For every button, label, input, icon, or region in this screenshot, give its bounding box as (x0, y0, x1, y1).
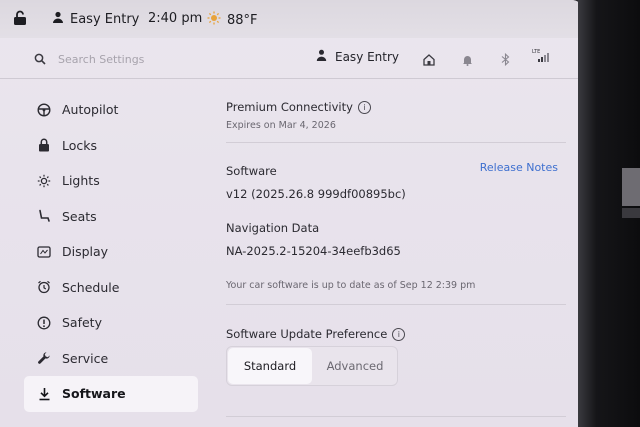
sidebar-item-locks[interactable]: Locks (24, 128, 198, 164)
sidebar-item-safety[interactable]: Safety (24, 305, 198, 341)
divider (226, 304, 566, 305)
sidebar-item-label: Display (62, 244, 109, 260)
info-icon[interactable]: i (392, 328, 406, 341)
update-preference-row[interactable]: Software Update Preference i (226, 327, 406, 341)
download-icon (36, 386, 52, 402)
sidebar-item-seats[interactable]: Seats (24, 199, 198, 235)
sidebar-item-label: Service (62, 350, 109, 366)
sidebar-item-software[interactable]: Software (24, 376, 198, 412)
navigation-data-label: Navigation Data (226, 221, 320, 235)
sun-icon (36, 173, 52, 189)
steering-wheel-icon (36, 102, 52, 118)
alarm-clock-icon (36, 279, 52, 295)
settings-sidebar: Autopilot Locks Lights Seats Display Sch… (24, 92, 198, 412)
settings-screen: Easy Entry 2:40 pm 88°F Easy Entry (0, 0, 582, 427)
display-icon (36, 244, 52, 260)
divider (226, 142, 566, 143)
person-icon (316, 49, 327, 64)
sidebar-item-label: Safety (62, 315, 102, 331)
lte-label: LTE (532, 49, 540, 55)
software-version: v12 (2025.26.8 999df00895bc) (226, 187, 406, 201)
software-label: Software (226, 164, 277, 178)
status-weather: 88°F (207, 11, 258, 29)
sidebar-item-autopilot[interactable]: Autopilot (24, 92, 198, 128)
status-bar: Easy Entry 2:40 pm 88°F (0, 0, 582, 38)
home-icon[interactable] (423, 51, 435, 70)
update-preference-toggle[interactable]: Standard Advanced (226, 346, 398, 386)
sidebar-item-label: Autopilot (62, 102, 119, 118)
status-temperature: 88°F (227, 12, 258, 28)
sidebar-item-lights[interactable]: Lights (24, 163, 198, 199)
header-profile-name: Easy Entry (335, 49, 400, 64)
sidebar-item-label: Software (62, 386, 126, 402)
sun-icon (207, 11, 221, 29)
screen-bezel (578, 0, 640, 427)
sidebar-item-service[interactable]: Service (24, 341, 198, 377)
settings-header: Easy Entry LTE (0, 38, 582, 79)
info-icon[interactable]: i (357, 101, 371, 114)
lte-signal-icon: LTE (530, 47, 552, 67)
status-profile[interactable]: Easy Entry (52, 11, 139, 27)
alert-circle-icon (36, 315, 52, 331)
sidebar-item-label: Seats (62, 208, 97, 224)
search-icon (34, 50, 46, 69)
sidebar-item-label: Locks (62, 137, 98, 153)
search-bar[interactable] (34, 50, 208, 69)
premium-expiry: Expires on Mar 4, 2026 (226, 120, 336, 131)
bell-icon[interactable] (462, 51, 473, 70)
search-input[interactable] (58, 53, 208, 66)
seat-icon (36, 208, 52, 224)
update-option-standard[interactable]: Standard (228, 348, 312, 384)
lock-icon (36, 137, 52, 153)
navigation-data-version: NA-2025.2-15204-34eefb3d65 (226, 244, 401, 258)
header-profile[interactable]: Easy Entry (316, 49, 399, 64)
premium-connectivity-row[interactable]: Premium Connectivity i (226, 100, 371, 114)
person-icon (52, 11, 64, 27)
sidebar-item-schedule[interactable]: Schedule (24, 270, 198, 306)
status-time: 2:40 pm (148, 11, 203, 26)
sidebar-item-label: Schedule (62, 279, 120, 295)
premium-connectivity-title: Premium Connectivity (226, 100, 353, 114)
status-profile-name: Easy Entry (70, 11, 140, 27)
unlock-icon[interactable] (13, 10, 27, 26)
update-option-advanced[interactable]: Advanced (313, 347, 397, 385)
release-notes-link[interactable]: Release Notes (480, 161, 558, 174)
up-to-date-message: Your car software is up to date as of Se… (226, 280, 476, 291)
divider (226, 416, 566, 417)
sidebar-item-label: Lights (62, 173, 100, 189)
sidebar-item-display[interactable]: Display (24, 234, 198, 270)
update-preference-label: Software Update Preference (226, 327, 388, 341)
wrench-icon (36, 350, 52, 366)
bluetooth-icon[interactable] (501, 51, 510, 70)
